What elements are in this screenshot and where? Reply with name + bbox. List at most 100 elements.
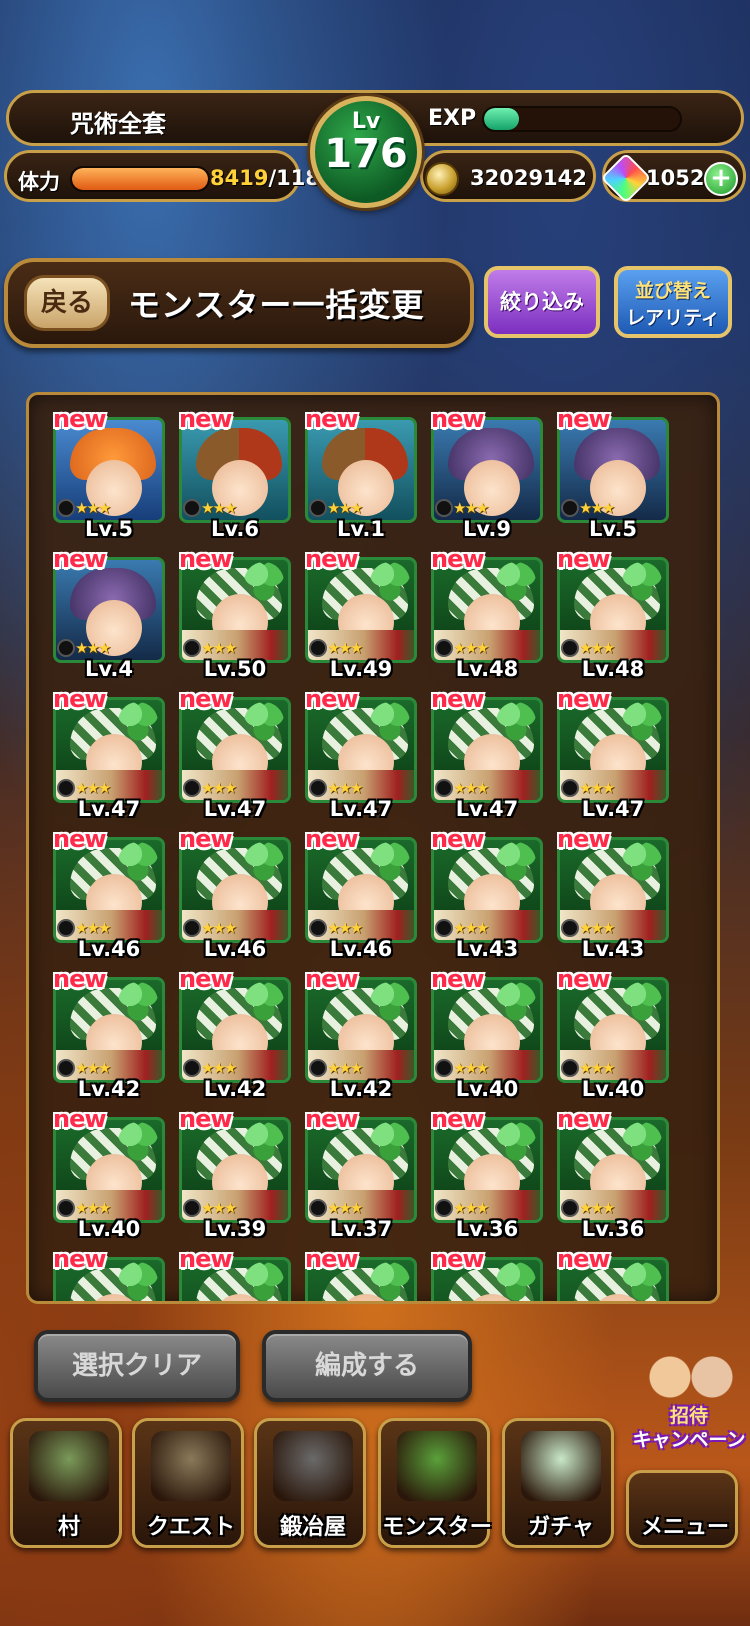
- filter-button[interactable]: 絞り込み: [484, 266, 600, 338]
- clover-icon: [622, 562, 662, 602]
- monster-card[interactable]: new ★★★ Lv.48: [431, 545, 543, 685]
- monster-level: Lv.46: [203, 937, 267, 961]
- monster-level: Lv.6: [211, 517, 259, 541]
- stamina-fill: [72, 168, 208, 190]
- monster-card[interactable]: new ★★★ Lv.37: [305, 1105, 417, 1245]
- clover-icon: [118, 1122, 158, 1162]
- new-badge: new: [431, 545, 485, 573]
- nav-item-3[interactable]: 鍛冶屋: [254, 1418, 366, 1548]
- monster-card[interactable]: new ★★★ Lv.46: [53, 825, 165, 965]
- monster-card[interactable]: new ★★★ Lv.47: [557, 685, 669, 825]
- element-orb-icon: [183, 639, 201, 657]
- page-title: モンスター一括変更: [128, 286, 425, 324]
- new-badge: new: [179, 825, 233, 853]
- new-badge: new: [53, 965, 107, 993]
- new-badge: new: [431, 1105, 485, 1133]
- monster-grid[interactable]: new ★★★ Lv.5 new ★★★ Lv.6 new ★★★ Lv.1 new ★★★ Lv.9…: [26, 392, 720, 1304]
- element-orb-icon: [309, 1059, 327, 1077]
- clover-icon: [496, 1262, 536, 1301]
- monster-level: Lv.50: [203, 657, 267, 681]
- monster-card[interactable]: new ★★★ Lv.50: [179, 545, 291, 685]
- monster-card[interactable]: new ★★★ Lv.47: [179, 685, 291, 825]
- monster-card[interactable]: new ★★★ Lv.47: [431, 685, 543, 825]
- level-value: 176: [324, 131, 408, 177]
- monster-card[interactable]: new ★★★ Lv.40: [431, 965, 543, 1105]
- element-orb-icon: [561, 639, 579, 657]
- nav-item-6[interactable]: メニュー: [626, 1470, 738, 1548]
- monster-card[interactable]: new ★★★ Lv.47: [53, 685, 165, 825]
- monster-card[interactable]: new ★★★ Lv.48: [557, 545, 669, 685]
- nav-item-4[interactable]: モンスター: [378, 1418, 492, 1548]
- rarity-stars: ★★★: [75, 499, 111, 517]
- clover-icon: [118, 702, 158, 742]
- monster-card[interactable]: new: [431, 1245, 543, 1301]
- monster-level: Lv.47: [455, 797, 519, 821]
- monster-card[interactable]: new ★★★ Lv.40: [53, 1105, 165, 1245]
- coin-count: 32029142: [470, 166, 587, 190]
- element-orb-icon: [561, 1199, 579, 1217]
- egg-icon: [521, 1431, 601, 1501]
- nav-label: メニュー: [640, 1515, 729, 1540]
- monster-card[interactable]: new ★★★ Lv.47: [305, 685, 417, 825]
- monster-card[interactable]: new: [305, 1245, 417, 1301]
- campaign-label: 招待 キャンペーン: [632, 1404, 746, 1452]
- new-badge: new: [557, 405, 611, 433]
- nav-item-1[interactable]: 村: [10, 1418, 122, 1548]
- clear-selection-button[interactable]: 選択クリア: [34, 1330, 240, 1402]
- village-icon: [29, 1431, 109, 1501]
- monster-card[interactable]: new ★★★ Lv.9: [431, 405, 543, 545]
- monster-card[interactable]: new ★★★ Lv.6: [179, 405, 291, 545]
- form-party-button[interactable]: 編成する: [262, 1330, 472, 1402]
- monster-card[interactable]: new ★★★ Lv.46: [305, 825, 417, 965]
- nav-label: 鍛冶屋: [279, 1515, 346, 1540]
- monster-card[interactable]: new ★★★ Lv.36: [557, 1105, 669, 1245]
- rarity-stars: ★★★: [453, 779, 489, 797]
- monster-card[interactable]: new ★★★ Lv.1: [305, 405, 417, 545]
- stamina-bar: [70, 166, 210, 192]
- sort-button[interactable]: 並び替え レアリティ: [614, 266, 732, 338]
- invite-campaign-button[interactable]: 招待 キャンペーン: [632, 1342, 746, 1472]
- monster-card[interactable]: new ★★★ Lv.46: [179, 825, 291, 965]
- add-gems-button[interactable]: +: [704, 162, 738, 196]
- monster-card[interactable]: new ★★★ Lv.43: [557, 825, 669, 965]
- monster-card[interactable]: new ★★★ Lv.4: [53, 545, 165, 685]
- new-badge: new: [53, 685, 107, 713]
- new-badge: new: [305, 1105, 359, 1133]
- new-badge: new: [431, 1245, 485, 1273]
- rarity-stars: ★★★: [75, 1059, 111, 1077]
- rarity-stars: ★★★: [327, 779, 363, 797]
- element-orb-icon: [57, 639, 75, 657]
- monster-card[interactable]: new: [557, 1245, 669, 1301]
- monster-card[interactable]: new ★★★ Lv.43: [431, 825, 543, 965]
- monster-level: Lv.48: [455, 657, 519, 681]
- monster-card[interactable]: new ★★★ Lv.42: [53, 965, 165, 1105]
- monster-card[interactable]: new ★★★ Lv.5: [557, 405, 669, 545]
- element-orb-icon: [435, 1059, 453, 1077]
- monster-card[interactable]: new ★★★ Lv.36: [431, 1105, 543, 1245]
- back-button[interactable]: 戻る: [24, 275, 110, 331]
- rarity-stars: ★★★: [327, 919, 363, 937]
- nav-item-5[interactable]: ガチャ: [502, 1418, 614, 1548]
- element-orb-icon: [435, 639, 453, 657]
- clover-icon: [496, 842, 536, 882]
- element-orb-icon: [435, 919, 453, 937]
- sort-label: 並び替え: [634, 280, 711, 302]
- element-orb-icon: [561, 779, 579, 797]
- monster-card[interactable]: new ★★★ Lv.49: [305, 545, 417, 685]
- monster-card[interactable]: new: [53, 1245, 165, 1301]
- nav-label: 村: [57, 1515, 80, 1540]
- clover-icon: [370, 842, 410, 882]
- monster-card[interactable]: new ★★★ Lv.40: [557, 965, 669, 1105]
- new-badge: new: [179, 685, 233, 713]
- monster-card[interactable]: new: [179, 1245, 291, 1301]
- element-orb-icon: [561, 499, 579, 517]
- rarity-stars: ★★★: [75, 779, 111, 797]
- monster-card[interactable]: new ★★★ Lv.39: [179, 1105, 291, 1245]
- exp-fill: [484, 108, 520, 130]
- monster-card[interactable]: new ★★★ Lv.5: [53, 405, 165, 545]
- nav-item-2[interactable]: クエスト: [132, 1418, 244, 1548]
- clover-icon: [118, 842, 158, 882]
- monster-card[interactable]: new ★★★ Lv.42: [179, 965, 291, 1105]
- monster-level: Lv.47: [77, 797, 141, 821]
- monster-card[interactable]: new ★★★ Lv.42: [305, 965, 417, 1105]
